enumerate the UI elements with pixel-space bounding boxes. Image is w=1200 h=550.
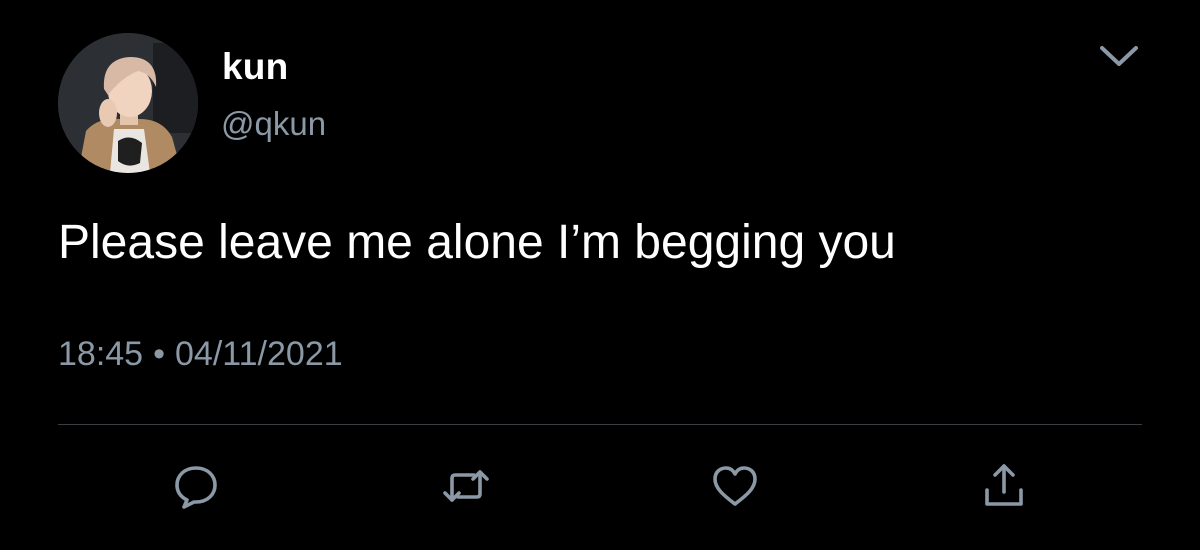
tweet-timestamp[interactable]: 18:45 • 04/11/2021 xyxy=(58,333,343,375)
speech-bubble-icon xyxy=(175,466,217,509)
tweet-date: 04/11/2021 xyxy=(175,335,343,373)
user-handle[interactable]: @qkun xyxy=(221,104,326,144)
heart-icon xyxy=(713,466,757,506)
retweet-arrows-icon xyxy=(443,470,489,502)
retweet-button[interactable] xyxy=(440,460,492,512)
share-upload-icon xyxy=(985,464,1023,506)
meta-separator: • xyxy=(153,335,165,373)
tweet-time: 18:45 xyxy=(58,335,144,373)
tweet-card: kun @qkun Please leave me alone I’m begg… xyxy=(0,0,1200,550)
display-name[interactable]: kun xyxy=(222,44,288,90)
tweet-text: Please leave me alone I’m begging you xyxy=(58,216,896,269)
divider xyxy=(58,424,1142,425)
share-button[interactable] xyxy=(978,460,1030,512)
avatar[interactable] xyxy=(58,33,198,173)
reply-button[interactable] xyxy=(170,460,222,512)
like-button[interactable] xyxy=(709,460,761,512)
avatar-photo xyxy=(58,33,198,173)
chevron-down-icon[interactable] xyxy=(1096,38,1142,74)
